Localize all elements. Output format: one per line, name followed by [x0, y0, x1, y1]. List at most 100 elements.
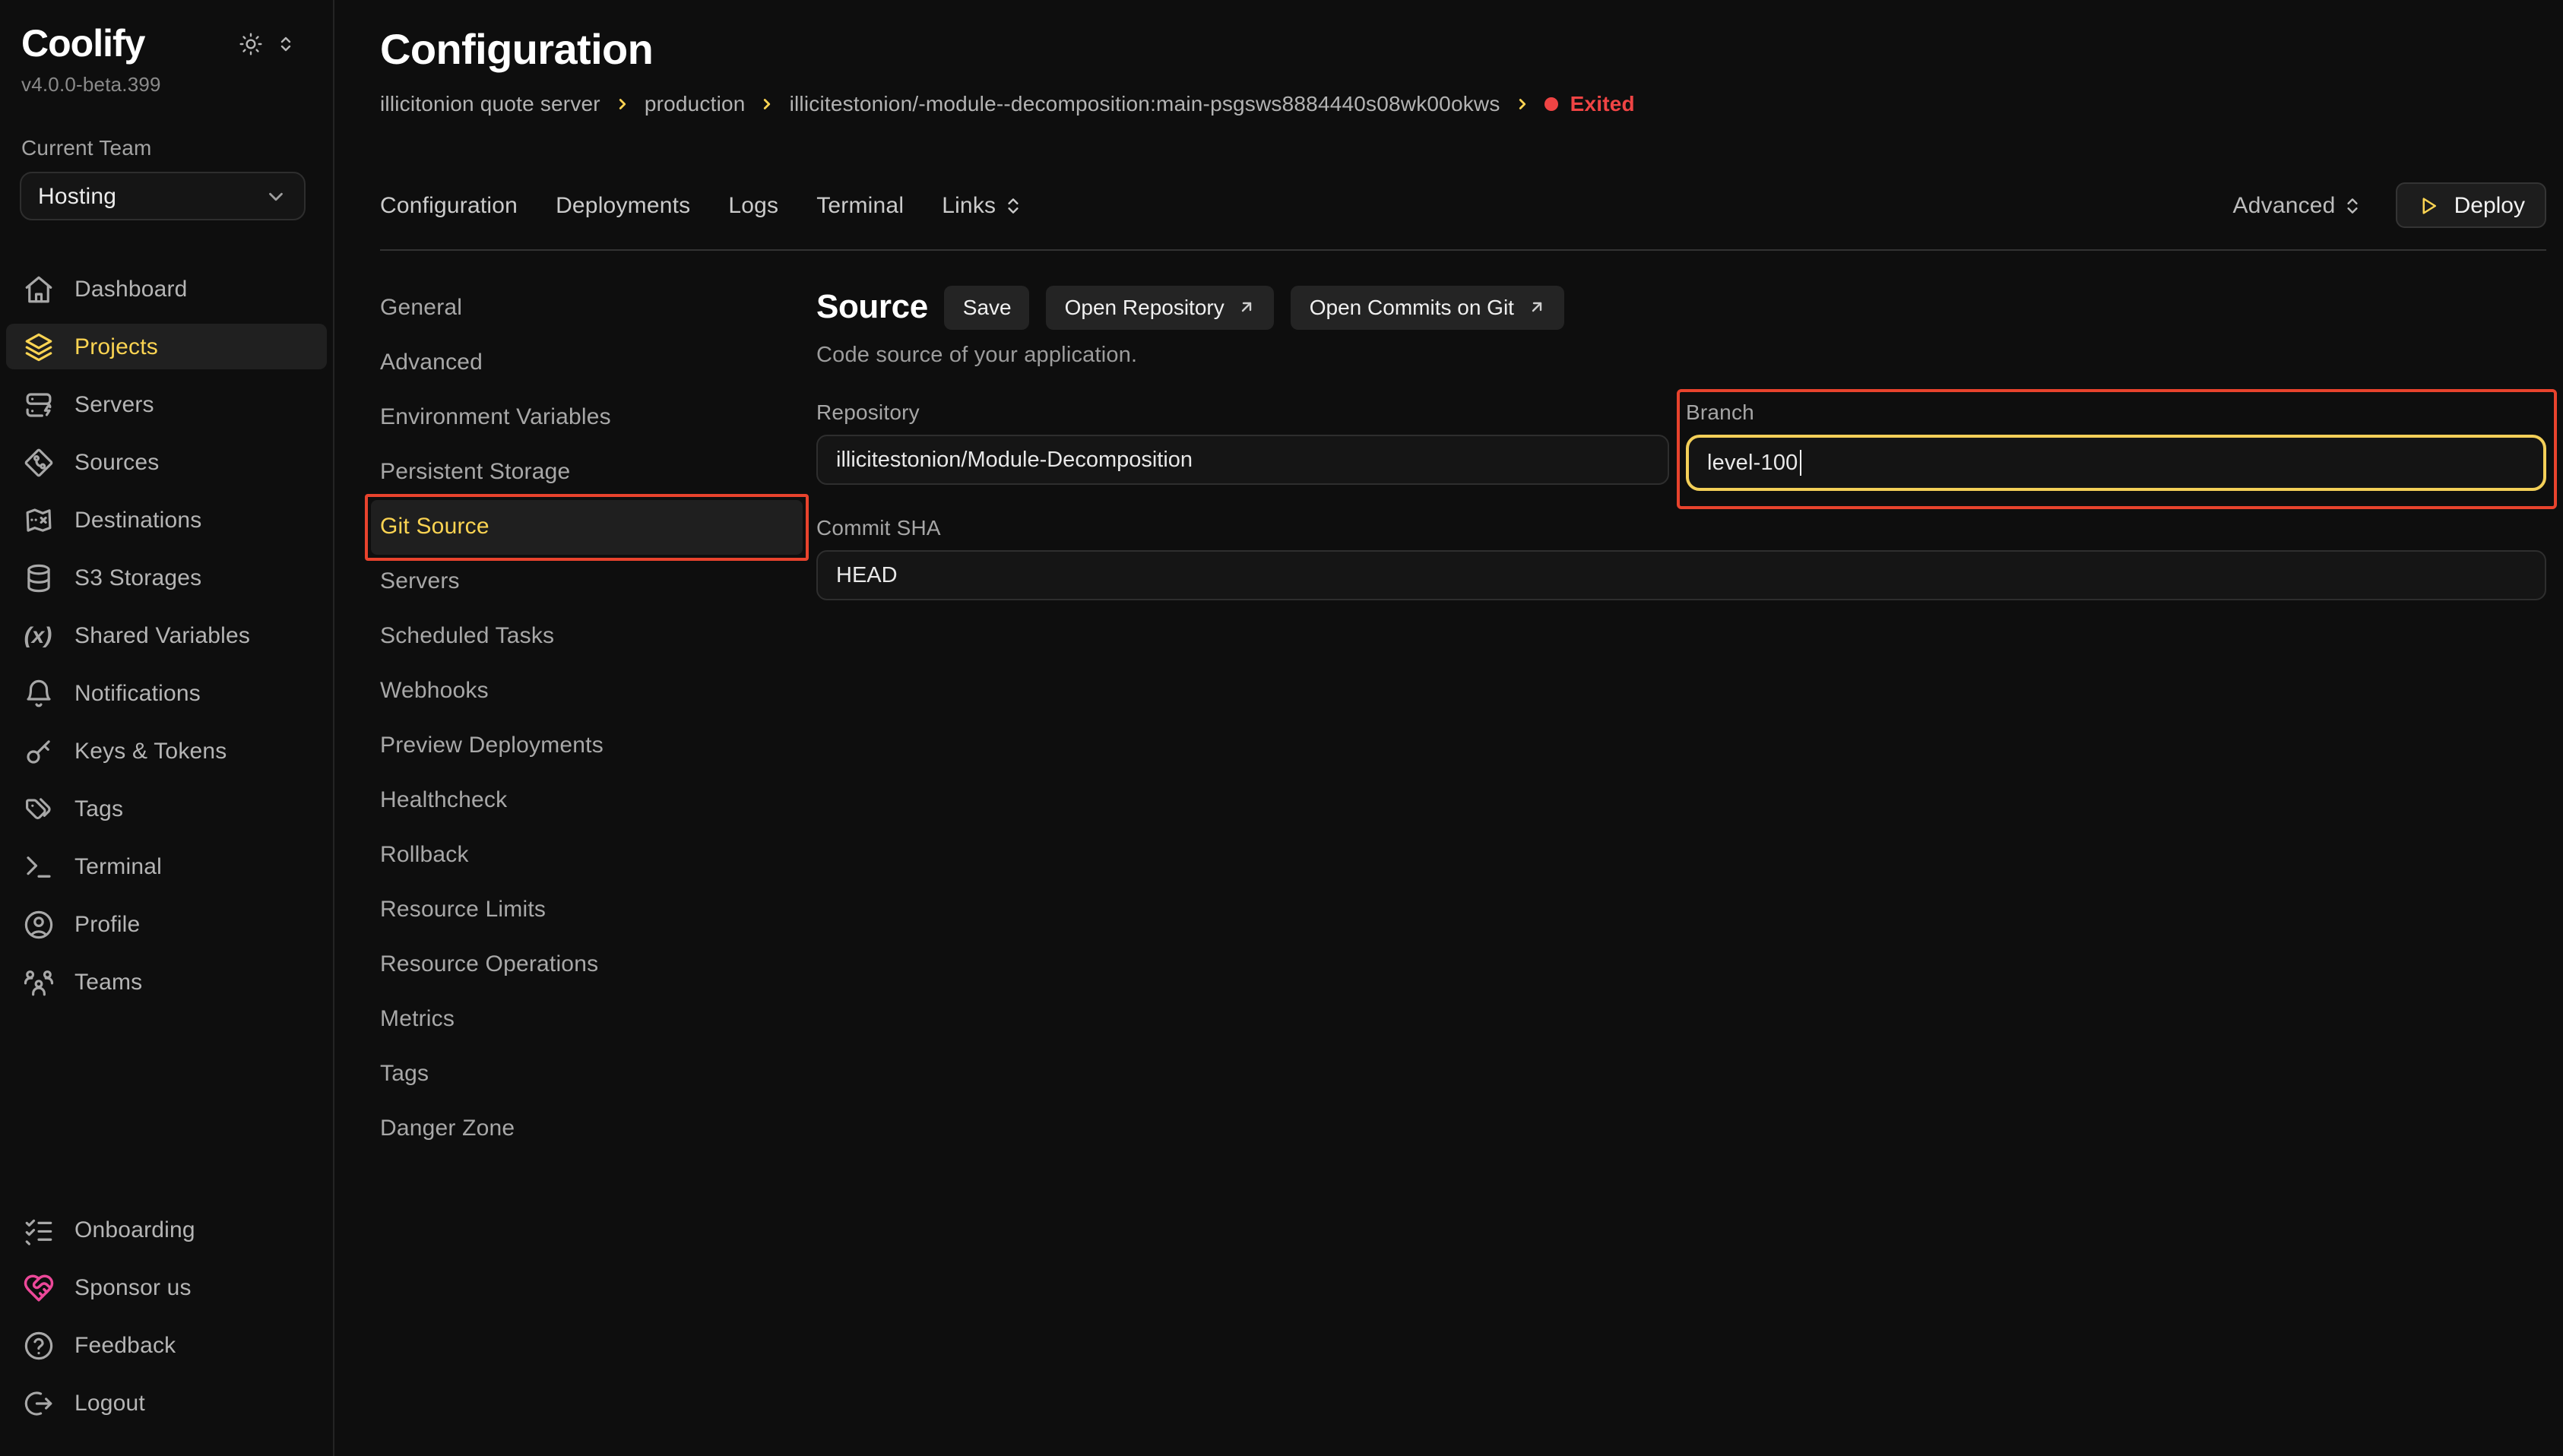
- theme-selector-chevrons-icon[interactable]: [277, 35, 295, 53]
- sidebar-item-projects[interactable]: Projects: [6, 324, 327, 369]
- sidebar-nav: Dashboard Projects Servers Sources Desti…: [0, 266, 333, 1017]
- repository-input[interactable]: [816, 435, 1669, 485]
- tab-configuration[interactable]: Configuration: [380, 192, 518, 218]
- subnav-item-danger-zone[interactable]: Danger Zone: [371, 1102, 803, 1157]
- key-icon: [21, 735, 55, 767]
- sidebar-item-dashboard[interactable]: Dashboard: [6, 266, 327, 312]
- subnav-item-persistent-storage[interactable]: Persistent Storage: [371, 445, 803, 500]
- theme-sun-icon[interactable]: [239, 32, 263, 56]
- sidebar-item-logout[interactable]: Logout: [6, 1380, 327, 1426]
- play-icon: [2418, 194, 2441, 217]
- home-icon: [21, 273, 55, 305]
- subnav-item-advanced[interactable]: Advanced: [371, 336, 803, 391]
- page-title: Configuration: [380, 24, 2546, 76]
- arrow-up-right-icon: [1238, 298, 1256, 316]
- main-content: Configuration illicitonion quote server …: [336, 0, 2563, 1456]
- sidebar-item-feedback[interactable]: Feedback: [6, 1322, 327, 1368]
- text-cursor: [1800, 450, 1802, 476]
- sidebar-item-onboarding[interactable]: Onboarding: [6, 1207, 327, 1252]
- subnav-item-resource-limits[interactable]: Resource Limits: [371, 883, 803, 938]
- arrow-up-right-icon: [1528, 298, 1546, 316]
- server-icon: [21, 388, 55, 420]
- database-icon: [21, 562, 55, 593]
- tab-links[interactable]: Links: [942, 192, 1023, 218]
- sidebar-item-tags[interactable]: Tags: [6, 786, 327, 831]
- chevrons-up-down-icon: [1003, 195, 1023, 215]
- tags-icon: [21, 793, 55, 825]
- subnav-item-git-source[interactable]: Git Source: [371, 500, 803, 555]
- team-select-value: Hosting: [38, 183, 116, 209]
- sidebar-item-keys-tokens[interactable]: Keys & Tokens: [6, 728, 327, 774]
- subnav-item-healthcheck[interactable]: Healthcheck: [371, 774, 803, 828]
- subnav-item-webhooks[interactable]: Webhooks: [371, 664, 803, 719]
- map-icon: [21, 504, 55, 536]
- sidebar-footer-nav: Onboarding Sponsor us Feedback Logout: [0, 1207, 333, 1438]
- git-source-icon: [21, 446, 55, 478]
- sidebar-item-profile[interactable]: Profile: [6, 901, 327, 947]
- commit-sha-field-group: Commit SHA: [816, 515, 2546, 600]
- sidebar-item-notifications[interactable]: Notifications: [6, 670, 327, 716]
- subnav-item-tags[interactable]: Tags: [371, 1047, 803, 1102]
- breadcrumb-project[interactable]: illicitonion quote server: [380, 91, 600, 116]
- branch-input[interactable]: level-100: [1686, 435, 2546, 491]
- source-section: Source Save Open Repository Open Commits…: [816, 281, 2546, 1456]
- source-description: Code source of your application.: [816, 343, 2546, 368]
- commit-sha-input[interactable]: [816, 550, 2546, 600]
- checklist-icon: [21, 1214, 55, 1246]
- deploy-button[interactable]: Deploy: [2397, 182, 2546, 228]
- sidebar-item-teams[interactable]: Teams: [6, 959, 327, 1005]
- commit-sha-label: Commit SHA: [816, 515, 2546, 540]
- sidebar-item-shared-variables[interactable]: (x) Shared Variables: [6, 612, 327, 658]
- sidebar-item-servers[interactable]: Servers: [6, 381, 327, 427]
- layers-icon: [21, 331, 55, 362]
- chevron-right-icon: [614, 95, 631, 112]
- open-commits-button[interactable]: Open Commits on Git: [1291, 285, 1564, 329]
- sidebar-item-sources[interactable]: Sources: [6, 439, 327, 485]
- heart-handshake-icon: [21, 1271, 55, 1303]
- tab-terminal[interactable]: Terminal: [816, 192, 904, 218]
- chevron-down-icon: [265, 185, 287, 207]
- app-logo: Coolify: [21, 24, 144, 64]
- tab-logs[interactable]: Logs: [728, 192, 778, 218]
- user-circle-icon: [21, 908, 55, 940]
- team-icon: [21, 966, 55, 998]
- subnav-item-servers[interactable]: Servers: [371, 555, 803, 609]
- sidebar-item-terminal[interactable]: Terminal: [6, 844, 327, 889]
- save-button[interactable]: Save: [945, 285, 1030, 329]
- subnav-item-preview-deployments[interactable]: Preview Deployments: [371, 719, 803, 774]
- sidebar-item-destinations[interactable]: Destinations: [6, 497, 327, 543]
- variables-icon: (x): [21, 622, 55, 648]
- bell-icon: [21, 677, 55, 709]
- tab-deployments[interactable]: Deployments: [556, 192, 690, 218]
- breadcrumb-environment[interactable]: production: [645, 91, 746, 116]
- app-window: Coolify v4.0.0-beta.399 Current Team Hos…: [0, 0, 2563, 1456]
- tabs-row: Configuration Deployments Logs Terminal …: [380, 181, 2546, 229]
- logout-icon: [21, 1387, 55, 1419]
- team-select[interactable]: Hosting: [20, 172, 306, 220]
- subnav-item-rollback[interactable]: Rollback: [371, 828, 803, 883]
- status-text: Exited: [1570, 91, 1635, 116]
- source-heading: Source: [816, 287, 928, 327]
- subnav-item-metrics[interactable]: Metrics: [371, 992, 803, 1047]
- repository-field-group: Repository: [816, 400, 1669, 491]
- subnav-item-environment-variables[interactable]: Environment Variables: [371, 391, 803, 445]
- chevrons-up-down-icon: [2343, 195, 2363, 215]
- open-repository-button[interactable]: Open Repository: [1047, 285, 1275, 329]
- repository-label: Repository: [816, 400, 1669, 424]
- sidebar-item-sponsor[interactable]: Sponsor us: [6, 1265, 327, 1310]
- advanced-selector[interactable]: Advanced: [2233, 192, 2363, 218]
- sidebar-item-s3-storages[interactable]: S3 Storages: [6, 555, 327, 600]
- subnav-item-resource-operations[interactable]: Resource Operations: [371, 938, 803, 992]
- branch-field-group: Branch level-100: [1686, 400, 2546, 491]
- subnav-item-general[interactable]: General: [371, 281, 803, 336]
- help-circle-icon: [21, 1329, 55, 1361]
- current-team-label: Current Team: [0, 96, 333, 160]
- branch-label: Branch: [1686, 400, 2546, 424]
- sidebar: Coolify v4.0.0-beta.399 Current Team Hos…: [0, 0, 334, 1456]
- tabs-divider: [380, 249, 2546, 251]
- breadcrumb-resource[interactable]: illicitestonion/-module--decomposition:m…: [790, 91, 1500, 116]
- subnav-item-scheduled-tasks[interactable]: Scheduled Tasks: [371, 609, 803, 664]
- chevron-right-icon: [1514, 95, 1531, 112]
- status-badge: Exited: [1544, 91, 1635, 116]
- terminal-icon: [21, 850, 55, 882]
